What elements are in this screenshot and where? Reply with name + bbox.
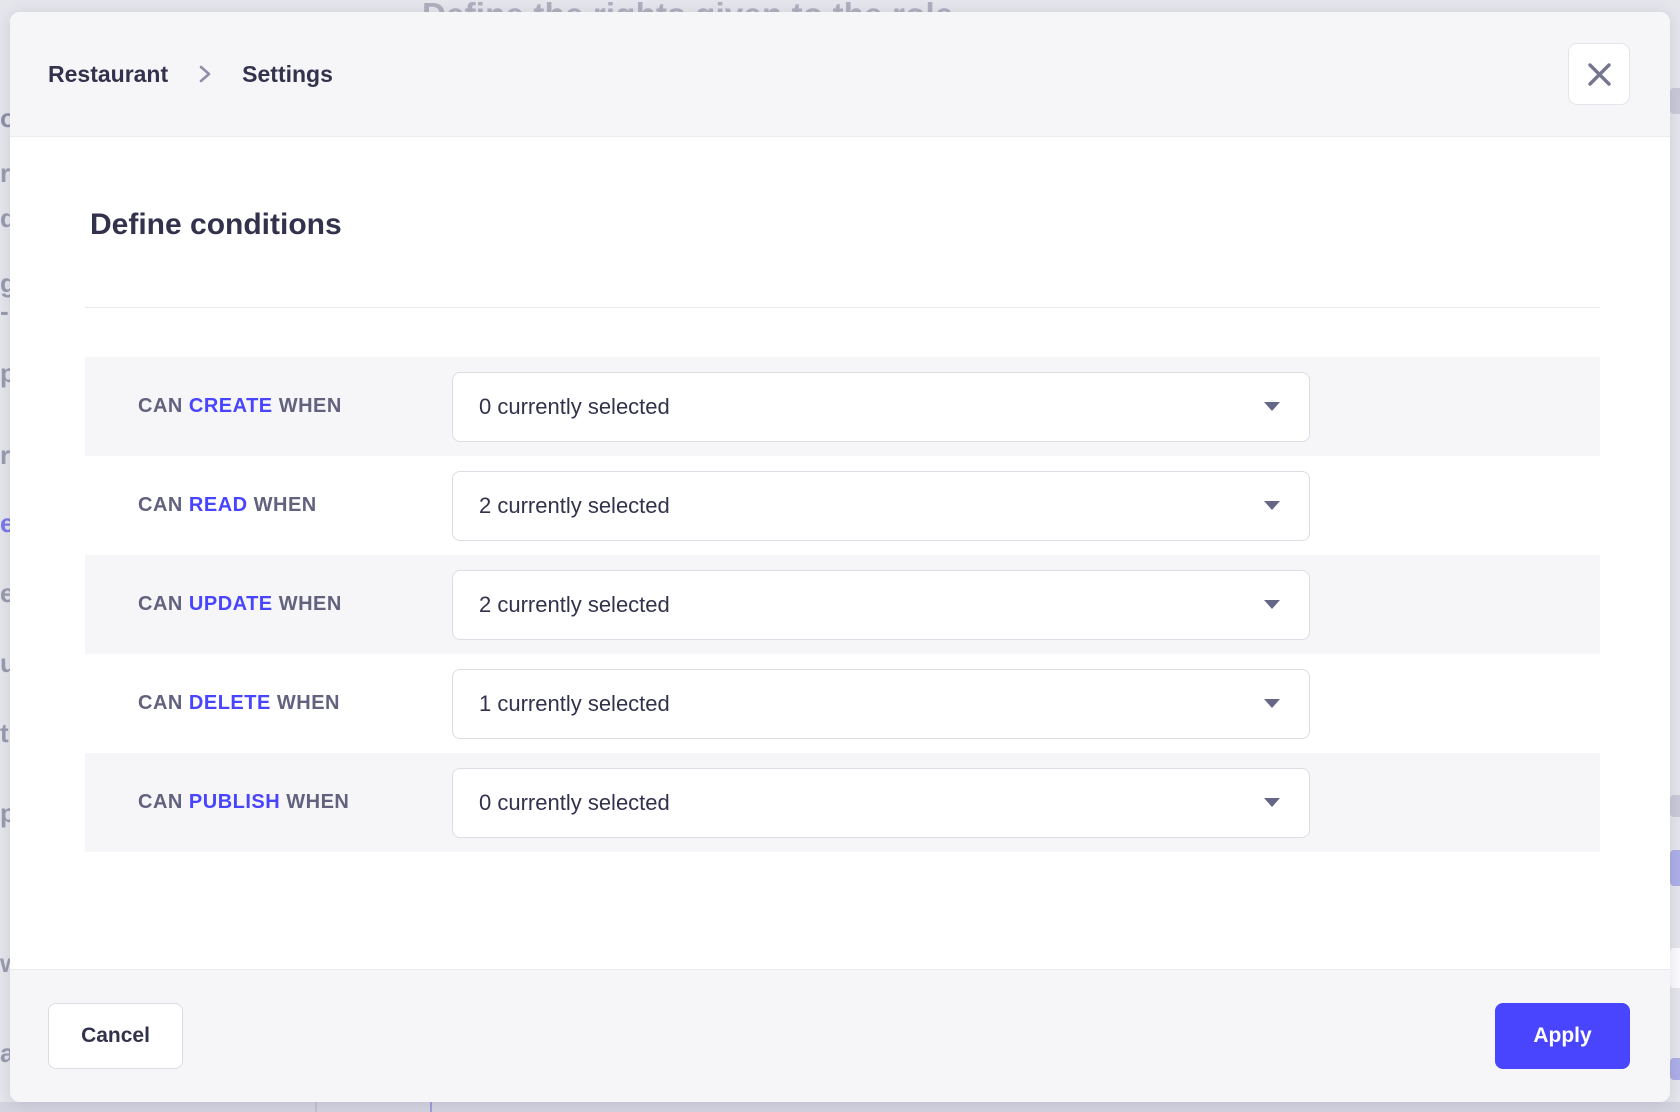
breadcrumb-item-restaurant: Restaurant: [48, 61, 168, 88]
background-ui-fragment: [1670, 850, 1680, 886]
select-value: 2 currently selected: [479, 493, 670, 519]
background-ui-fragment: [1670, 88, 1680, 114]
chevron-down-icon: [1264, 501, 1280, 510]
select-value: 2 currently selected: [479, 592, 670, 618]
row-label: CAN CREATE WHEN: [85, 395, 452, 418]
label-suffix: WHEN: [286, 791, 349, 813]
delete-conditions-select[interactable]: 1 currently selected: [452, 669, 1310, 739]
background-text-fragment: w: [0, 948, 10, 979]
breadcrumb: Restaurant Settings: [48, 61, 333, 88]
background-right-sliver: [1670, 0, 1680, 1102]
background-text-fragment: g: [0, 268, 10, 299]
chevron-down-icon: [1264, 600, 1280, 609]
row-label: CAN DELETE WHEN: [85, 692, 452, 715]
title-divider: [85, 307, 1600, 308]
condition-row-create: CAN CREATE WHEN 0 currently selected: [85, 357, 1600, 456]
create-conditions-select[interactable]: 0 currently selected: [452, 372, 1310, 442]
background-text-fragment: p: [0, 798, 10, 829]
background-ui-fragment: [1670, 795, 1680, 817]
label-action: UPDATE: [189, 593, 273, 615]
label-suffix: WHEN: [254, 494, 317, 516]
modal-body: Define conditions CAN CREATE WHEN 0 curr…: [10, 137, 1670, 969]
row-label: CAN UPDATE WHEN: [85, 593, 452, 616]
chevron-down-icon: [1264, 402, 1280, 411]
row-label: CAN READ WHEN: [85, 494, 452, 517]
background-text-fragment: r: [0, 158, 10, 189]
read-conditions-select[interactable]: 2 currently selected: [452, 471, 1310, 541]
modal-header: Restaurant Settings: [10, 12, 1670, 137]
background-text-fragment: ti: [0, 718, 10, 749]
chevron-down-icon: [1264, 699, 1280, 708]
background-text-fragment: r: [0, 440, 10, 471]
conditions-modal: Restaurant Settings Define conditions CA…: [10, 12, 1670, 1102]
chevron-right-icon: [197, 64, 213, 84]
close-icon: [1586, 61, 1613, 88]
background-text-fragment: e: [0, 508, 10, 539]
condition-row-update: CAN UPDATE WHEN 2 currently selected: [85, 555, 1600, 654]
label-suffix: WHEN: [277, 692, 340, 714]
breadcrumb-item-settings: Settings: [242, 61, 333, 88]
apply-button[interactable]: Apply: [1495, 1003, 1630, 1069]
background-text-fragment: ai: [0, 1038, 10, 1069]
background-text-fragment: p: [0, 358, 10, 389]
background-table-divider: [315, 1102, 317, 1112]
cancel-button[interactable]: Cancel: [48, 1003, 183, 1069]
label-action: PUBLISH: [189, 791, 280, 813]
publish-conditions-select[interactable]: 0 currently selected: [452, 768, 1310, 838]
background-ui-fragment: [1670, 1058, 1680, 1080]
condition-row-publish: CAN PUBLISH WHEN 0 currently selected: [85, 753, 1600, 852]
condition-row-read: CAN READ WHEN 2 currently selected: [85, 456, 1600, 555]
conditions-list: CAN CREATE WHEN 0 currently selected CAN…: [85, 357, 1600, 852]
label-action: DELETE: [189, 692, 271, 714]
label-action: READ: [189, 494, 248, 516]
label-suffix: WHEN: [279, 593, 342, 615]
close-button[interactable]: [1568, 43, 1630, 105]
background-bottom-strip: [0, 1102, 1680, 1112]
row-label: CAN PUBLISH WHEN: [85, 791, 452, 814]
label-prefix: CAN: [138, 593, 183, 615]
modal-footer: Cancel Apply: [10, 969, 1670, 1102]
label-action: CREATE: [189, 395, 273, 417]
dialog-title: Define conditions: [90, 207, 1670, 243]
chevron-down-icon: [1264, 798, 1280, 807]
select-value: 1 currently selected: [479, 691, 670, 717]
select-value: 0 currently selected: [479, 790, 670, 816]
background-text-fragment: -: [0, 296, 9, 327]
label-prefix: CAN: [138, 395, 183, 417]
condition-row-delete: CAN DELETE WHEN 1 currently selected: [85, 654, 1600, 753]
label-prefix: CAN: [138, 494, 183, 516]
background-ui-fragment: [1670, 948, 1680, 988]
background-text-fragment: d: [0, 203, 10, 234]
background-left-sliver: olrdg-preerutipwai: [0, 0, 10, 1102]
background-text-fragment: u: [0, 648, 10, 679]
background-text-fragment: er: [0, 578, 10, 609]
label-suffix: WHEN: [279, 395, 342, 417]
background-table-divider: [430, 1102, 432, 1112]
background-text-fragment: ol: [0, 103, 10, 134]
label-prefix: CAN: [138, 791, 183, 813]
label-prefix: CAN: [138, 692, 183, 714]
select-value: 0 currently selected: [479, 394, 670, 420]
update-conditions-select[interactable]: 2 currently selected: [452, 570, 1310, 640]
